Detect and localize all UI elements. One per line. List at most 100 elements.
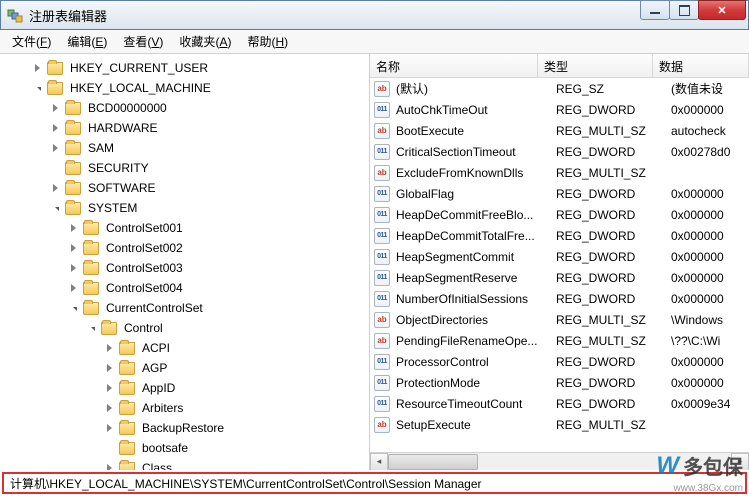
tree-node-label: ControlSet002 (103, 240, 186, 256)
list-item[interactable]: CriticalSectionTimeoutREG_DWORD0x00278d0 (370, 141, 749, 162)
string-value-icon (374, 81, 390, 97)
tree-node-label: Class (139, 460, 175, 470)
expand-icon[interactable] (104, 423, 115, 434)
scroll-right-icon[interactable]: ▸ (731, 453, 749, 471)
list-item[interactable]: ProtectionModeREG_DWORD0x000000 (370, 372, 749, 393)
menu-view[interactable]: 查看(V) (115, 30, 171, 53)
menu-help[interactable]: 帮助(H) (239, 30, 296, 53)
list-item[interactable]: HeapSegmentCommitREG_DWORD0x000000 (370, 246, 749, 267)
tree-node[interactable]: ControlSet001 (0, 218, 369, 238)
list-item[interactable]: AutoChkTimeOutREG_DWORD0x000000 (370, 99, 749, 120)
value-type: REG_DWORD (556, 145, 671, 159)
value-type: REG_MULTI_SZ (556, 334, 671, 348)
expand-icon[interactable] (104, 343, 115, 354)
tree-node[interactable]: Control (0, 318, 369, 338)
col-name[interactable]: 名称 (370, 54, 538, 77)
value-type: REG_DWORD (556, 376, 671, 390)
tree-node-label: AppID (139, 380, 178, 396)
tree-node-label: ControlSet003 (103, 260, 186, 276)
list-item[interactable]: PendingFileRenameOpe...REG_MULTI_SZ\??\C… (370, 330, 749, 351)
collapse-icon[interactable] (68, 303, 79, 314)
tree-node[interactable]: SECURITY (0, 158, 369, 178)
expand-icon[interactable] (50, 143, 61, 154)
statusbar-path: 计算机\HKEY_LOCAL_MACHINE\SYSTEM\CurrentCon… (10, 475, 482, 492)
list-item[interactable]: BootExecuteREG_MULTI_SZautocheck (370, 120, 749, 141)
tree-node-label: HKEY_LOCAL_MACHINE (67, 80, 214, 96)
list-item[interactable]: (默认)REG_SZ(数值未设 (370, 78, 749, 99)
value-data: \??\C:\Wi (671, 334, 749, 348)
tree-node[interactable]: CurrentControlSet (0, 298, 369, 318)
scroll-thumb[interactable] (388, 454, 478, 470)
tree-node[interactable]: ControlSet003 (0, 258, 369, 278)
tree-node[interactable]: ACPI (0, 338, 369, 358)
binary-value-icon (374, 228, 390, 244)
list-item[interactable]: ExcludeFromKnownDllsREG_MULTI_SZ (370, 162, 749, 183)
expand-icon[interactable] (50, 103, 61, 114)
expand-icon[interactable] (68, 283, 79, 294)
list-item[interactable]: NumberOfInitialSessionsREG_DWORD0x000000 (370, 288, 749, 309)
tree-panel[interactable]: HKEY_CURRENT_USER HKEY_LOCAL_MACHINE BCD00… (0, 54, 370, 470)
tree-node-label: AGP (139, 360, 170, 376)
tree-node[interactable]: bootsafe (0, 438, 369, 458)
col-data[interactable]: 数据 (653, 54, 749, 77)
list-item[interactable]: GlobalFlagREG_DWORD0x000000 (370, 183, 749, 204)
min-button[interactable] (640, 0, 670, 20)
tree-node[interactable]: HKEY_CURRENT_USER (0, 58, 369, 78)
tree-node[interactable]: BCD00000000 (0, 98, 369, 118)
expand-icon[interactable] (104, 403, 115, 414)
tree-node[interactable]: HARDWARE (0, 118, 369, 138)
tree-node[interactable]: Class (0, 458, 369, 470)
titlebar[interactable]: 注册表编辑器 (0, 0, 749, 30)
folder-icon (119, 422, 135, 435)
folder-icon (47, 82, 63, 95)
col-type[interactable]: 类型 (538, 54, 653, 77)
collapse-icon[interactable] (86, 323, 97, 334)
tree-node[interactable]: BackupRestore (0, 418, 369, 438)
close-button[interactable] (698, 0, 746, 20)
tree-node[interactable]: SYSTEM (0, 198, 369, 218)
splitter[interactable] (370, 54, 374, 470)
tree-node-label: SYSTEM (85, 200, 140, 216)
tree-node[interactable]: AGP (0, 358, 369, 378)
expand-icon[interactable] (68, 243, 79, 254)
expand-icon[interactable] (50, 183, 61, 194)
list-item[interactable]: HeapSegmentReserveREG_DWORD0x000000 (370, 267, 749, 288)
collapse-icon[interactable] (32, 83, 43, 94)
expand-icon[interactable] (104, 363, 115, 374)
expand-icon[interactable] (68, 223, 79, 234)
binary-value-icon (374, 207, 390, 223)
list-item[interactable]: HeapDeCommitFreeBlo...REG_DWORD0x000000 (370, 204, 749, 225)
tree-node[interactable]: SOFTWARE (0, 178, 369, 198)
tree-node[interactable]: AppID (0, 378, 369, 398)
menu-edit[interactable]: 编辑(E) (59, 30, 115, 53)
max-button[interactable] (669, 0, 699, 20)
tree-node-label: bootsafe (139, 440, 191, 456)
tree-node[interactable]: ControlSet004 (0, 278, 369, 298)
value-name: CriticalSectionTimeout (396, 145, 556, 159)
expand-icon[interactable] (50, 123, 61, 134)
list-item[interactable]: SetupExecuteREG_MULTI_SZ (370, 414, 749, 435)
value-name: BootExecute (396, 124, 556, 138)
expand-icon[interactable] (32, 63, 43, 74)
value-name: ProtectionMode (396, 376, 556, 390)
tree-node[interactable]: HKEY_LOCAL_MACHINE (0, 78, 369, 98)
expand-icon[interactable] (104, 463, 115, 471)
tree-node[interactable]: Arbiters (0, 398, 369, 418)
scroll-track[interactable] (388, 453, 731, 471)
tree-node[interactable]: SAM (0, 138, 369, 158)
list-item[interactable]: HeapDeCommitTotalFre...REG_DWORD0x000000 (370, 225, 749, 246)
tree-node[interactable]: ControlSet002 (0, 238, 369, 258)
list-item[interactable]: ObjectDirectoriesREG_MULTI_SZ\Windows (370, 309, 749, 330)
value-data: 0x000000 (671, 292, 749, 306)
collapse-icon[interactable] (50, 203, 61, 214)
list-item[interactable]: ProcessorControlREG_DWORD0x000000 (370, 351, 749, 372)
menu-file[interactable]: 文件(F) (4, 30, 59, 53)
h-scrollbar[interactable]: ◂ ▸ (370, 452, 749, 470)
values-list[interactable]: (默认)REG_SZ(数值未设AutoChkTimeOutREG_DWORD0x… (370, 78, 749, 452)
list-item[interactable]: ResourceTimeoutCountREG_DWORD0x0009e34 (370, 393, 749, 414)
expand-icon[interactable] (104, 383, 115, 394)
value-name: ExcludeFromKnownDlls (396, 166, 556, 180)
folder-icon (119, 362, 135, 375)
menu-favorites[interactable]: 收藏夹(A) (171, 30, 239, 53)
expand-icon[interactable] (68, 263, 79, 274)
